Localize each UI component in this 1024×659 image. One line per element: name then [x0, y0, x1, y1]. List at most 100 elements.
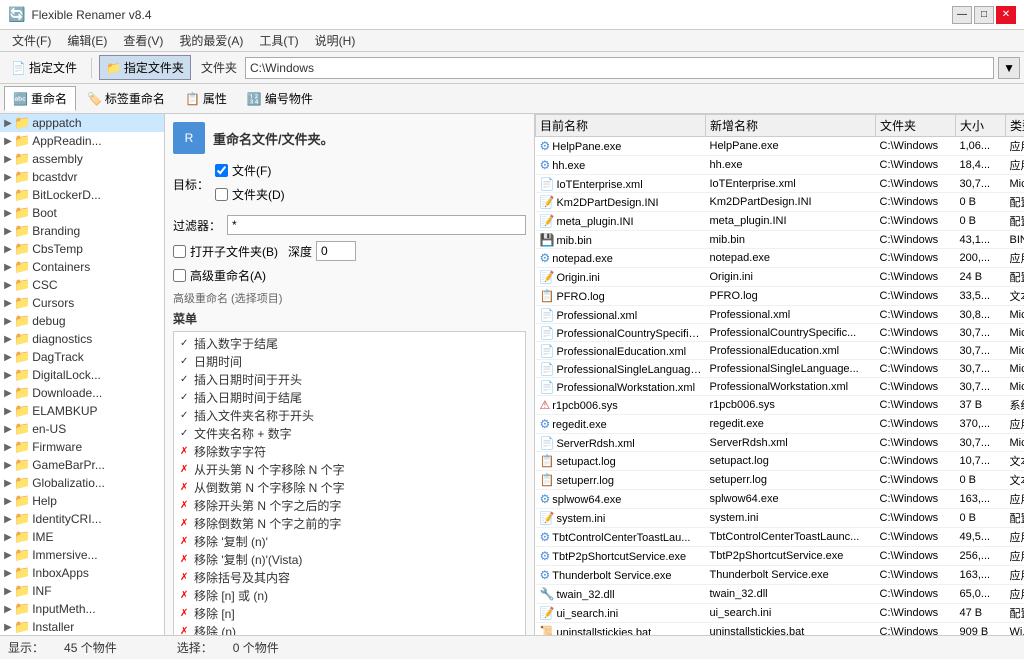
table-header-cell[interactable]: 目前名称: [536, 115, 706, 137]
tree-item[interactable]: ▶📁DigitalLock...: [0, 366, 164, 384]
tree-item[interactable]: ▶📁Cursors: [0, 294, 164, 312]
table-row[interactable]: 📄ProfessionalWorkstation.xmlProfessional…: [536, 378, 1024, 396]
menu-list[interactable]: ✓插入数字于结尾✓日期时间✓插入日期时间于开头✓插入日期时间于结尾✓插入文件夹名…: [173, 331, 526, 635]
tree-item[interactable]: ▶📁Firmware: [0, 438, 164, 456]
menu-list-item[interactable]: ✗移除 [n] 或 (n): [176, 586, 523, 604]
table-row[interactable]: ⚙HelpPane.exeHelpPane.exeC:\Windows1,06.…: [536, 137, 1024, 156]
menu-tools[interactable]: 工具(T): [251, 30, 306, 51]
table-header-cell[interactable]: 大小: [956, 115, 1006, 137]
table-row[interactable]: 📝meta_plugin.INImeta_plugin.INIC:\Window…: [536, 212, 1024, 231]
table-row[interactable]: 🔧twain_32.dlltwain_32.dllC:\Windows65,0.…: [536, 585, 1024, 604]
tree-item[interactable]: ▶📁Immersive...: [0, 546, 164, 564]
menu-list-item[interactable]: ✗移除数字字符: [176, 442, 523, 460]
tree-item[interactable]: ▶📁Installer: [0, 618, 164, 635]
table-row[interactable]: 💾mib.binmib.binC:\Windows43,1...BIN...20…: [536, 231, 1024, 249]
depth-input[interactable]: [316, 241, 356, 261]
table-row[interactable]: 📄ProfessionalSingleLanguage....Professio…: [536, 360, 1024, 378]
menu-list-item[interactable]: ✗移除 (n): [176, 622, 523, 635]
table-header-cell[interactable]: 新增名称: [706, 115, 876, 137]
table-row[interactable]: ⚙TbtP2pShortcutService.exeTbtP2pShortcut…: [536, 547, 1024, 566]
encode-tab[interactable]: 🔢 编号物件: [238, 86, 322, 111]
minimize-button[interactable]: —: [952, 6, 972, 24]
menu-list-item[interactable]: ✓插入日期时间于结尾: [176, 388, 523, 406]
tree-item[interactable]: ▶📁ELAMBKUP: [0, 402, 164, 420]
menu-view[interactable]: 查看(V): [115, 30, 171, 51]
tree-item[interactable]: ▶📁AppReadin...: [0, 132, 164, 150]
menu-list-item[interactable]: ✓插入日期时间于开头: [176, 370, 523, 388]
table-header-cell[interactable]: 类型: [1006, 115, 1024, 137]
table-row[interactable]: 📄ProfessionalCountrySpecific....Professi…: [536, 324, 1024, 342]
tree-item[interactable]: ▶📁assembly: [0, 150, 164, 168]
menu-list-item[interactable]: ✗移除 '复制 (n)': [176, 532, 523, 550]
filter-input[interactable]: [227, 215, 526, 235]
menu-list-item[interactable]: ✗移除括号及其内容: [176, 568, 523, 586]
table-row[interactable]: 📋setuperr.logsetuperr.logC:\Windows0 B文本…: [536, 471, 1024, 490]
table-row[interactable]: 📄Professional.xmlProfessional.xmlC:\Wind…: [536, 306, 1024, 324]
tree-item[interactable]: ▶📁DagTrack: [0, 348, 164, 366]
menu-list-item[interactable]: ✓日期时间: [176, 352, 523, 370]
tree-item[interactable]: ▶📁InputMeth...: [0, 600, 164, 618]
table-row[interactable]: 📝Km2DPartDesign.INIKm2DPartDesign.INIC:\…: [536, 193, 1024, 212]
menu-list-item[interactable]: ✗从倒数第 N 个字移除 N 个字: [176, 478, 523, 496]
menu-edit[interactable]: 编辑(E): [59, 30, 115, 51]
tag-rename-tab[interactable]: 🏷️ 标签重命名: [78, 86, 174, 111]
table-row[interactable]: 📝Origin.iniOrigin.iniC:\Windows24 B配置...…: [536, 268, 1024, 287]
tree-item[interactable]: ▶📁Help: [0, 492, 164, 510]
tree-item[interactable]: ▶📁Downloade...: [0, 384, 164, 402]
tree-item[interactable]: ▶📁CSC: [0, 276, 164, 294]
tree-item[interactable]: ▶📁IME: [0, 528, 164, 546]
menu-favorites[interactable]: 我的最爱(A): [171, 30, 251, 51]
table-row[interactable]: 📄ProfessionalEducation.xmlProfessionalEd…: [536, 342, 1024, 360]
file-checkbox[interactable]: [215, 164, 228, 177]
tree-item[interactable]: ▶📁Globalizatio...: [0, 474, 164, 492]
tree-item[interactable]: ▶📁Boot: [0, 204, 164, 222]
table-row[interactable]: 📋PFRO.logPFRO.logC:\Windows33,5...文本...2…: [536, 287, 1024, 306]
open-sub-checkbox[interactable]: [173, 245, 186, 258]
tree-item[interactable]: ▶📁BitLockerD...: [0, 186, 164, 204]
table-row[interactable]: 📄ServerRdsh.xmlServerRdsh.xmlC:\Windows3…: [536, 434, 1024, 452]
menu-list-item[interactable]: ✗从开头第 N 个字移除 N 个字: [176, 460, 523, 478]
table-row[interactable]: ⚙hh.exehh.exeC:\Windows18,4...应用...201..…: [536, 156, 1024, 175]
table-row[interactable]: ⚙regedit.exeregedit.exeC:\Windows370,...…: [536, 415, 1024, 434]
table-row[interactable]: ⚙notepad.exenotepad.exeC:\Windows200,...…: [536, 249, 1024, 268]
menu-list-item[interactable]: ✓插入数字于结尾: [176, 334, 523, 352]
tree-item[interactable]: ▶📁InboxApps: [0, 564, 164, 582]
folder-checkbox[interactable]: [215, 188, 228, 201]
table-row[interactable]: 📄IoTEnterprise.xmlIoTEnterprise.xmlC:\Wi…: [536, 175, 1024, 193]
menu-list-item[interactable]: ✗移除倒数第 N 个字之前的字: [176, 514, 523, 532]
tree-item[interactable]: ▶📁bcastdvr: [0, 168, 164, 186]
maximize-button[interactable]: □: [974, 6, 994, 24]
tree-item[interactable]: ▶📁en-US: [0, 420, 164, 438]
table-row[interactable]: ⚙TbtControlCenterToastLau...TbtControlCe…: [536, 528, 1024, 547]
tree-item[interactable]: ▶📁CbsTemp: [0, 240, 164, 258]
path-dropdown-button[interactable]: ▼: [998, 57, 1020, 79]
adv-checkbox[interactable]: [173, 269, 186, 282]
table-row[interactable]: 📋setupact.logsetupact.logC:\Windows10,7.…: [536, 452, 1024, 471]
table-row[interactable]: ⚙Thunderbolt Service.exeThunderbolt Serv…: [536, 566, 1024, 585]
table-row[interactable]: 📝system.inisystem.iniC:\Windows0 B配置...2…: [536, 509, 1024, 528]
tree-item[interactable]: ▶📁diagnostics: [0, 330, 164, 348]
menu-list-item[interactable]: ✗移除 [n]: [176, 604, 523, 622]
tree-item[interactable]: ▶📁Branding: [0, 222, 164, 240]
specify-folder-button[interactable]: 📁 指定文件夹: [99, 55, 191, 80]
table-header-cell[interactable]: 文件夹: [876, 115, 956, 137]
tree-item[interactable]: ▶📁Containers: [0, 258, 164, 276]
specify-file-button[interactable]: 📄 指定文件: [4, 55, 84, 80]
table-row[interactable]: ⚠r1pcb006.sysr1pcb006.sysC:\Windows37 B系…: [536, 396, 1024, 415]
tree-item[interactable]: ▶📁IdentityCRI...: [0, 510, 164, 528]
menu-list-item[interactable]: ✗移除 '复制 (n)'(Vista): [176, 550, 523, 568]
table-row[interactable]: ⚙splwow64.exesplwow64.exeC:\Windows163,.…: [536, 490, 1024, 509]
rename-tab[interactable]: 🔤 重命名: [4, 86, 76, 111]
menu-help[interactable]: 说明(H): [307, 30, 364, 51]
table-row[interactable]: 📝ui_search.iniui_search.iniC:\Windows47 …: [536, 604, 1024, 623]
tree-item[interactable]: ▶📁apppatch: [0, 114, 164, 132]
tree-item[interactable]: ▶📁debug: [0, 312, 164, 330]
tree-item[interactable]: ▶📁INF: [0, 582, 164, 600]
menu-list-item[interactable]: ✓插入文件夹名称于开头: [176, 406, 523, 424]
table-row[interactable]: 📜uninstallstickies.batuninstallstickies.…: [536, 623, 1024, 636]
menu-list-item[interactable]: ✗移除开头第 N 个字之后的字: [176, 496, 523, 514]
close-button[interactable]: ✕: [996, 6, 1016, 24]
tree-item[interactable]: ▶📁GameBarPr...: [0, 456, 164, 474]
attribute-tab[interactable]: 📋 属性: [176, 86, 236, 111]
menu-list-item[interactable]: ✓文件夹名称 + 数字: [176, 424, 523, 442]
